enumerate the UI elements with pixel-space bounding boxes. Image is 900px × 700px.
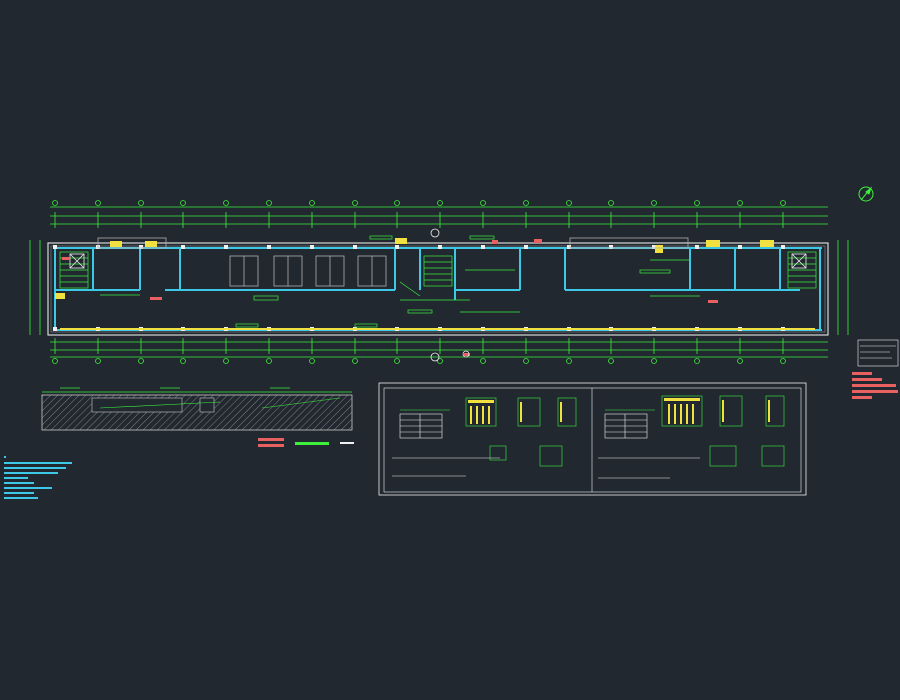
column [524, 245, 528, 249]
axis-bubble [480, 200, 486, 206]
red-markers [62, 239, 718, 356]
axis-bubble [95, 358, 101, 364]
axis-bubble [309, 358, 315, 364]
axis-bubble [437, 200, 443, 206]
axis-bubble [523, 358, 529, 364]
column [695, 245, 699, 249]
floor-plan [29, 200, 849, 364]
axis-bubble [651, 200, 657, 206]
axis-bubble [52, 358, 58, 364]
axis-bubble [480, 358, 486, 364]
axis-bubble [52, 200, 58, 206]
axis-bubble [694, 358, 700, 364]
axis-bubble [266, 358, 272, 364]
axis-bubble [566, 358, 572, 364]
annotations [100, 235, 700, 328]
axis-bubble [523, 200, 529, 206]
axis-bubble [138, 358, 144, 364]
column [267, 245, 271, 249]
elevation-section [41, 387, 354, 447]
axis-bubble [180, 358, 186, 364]
axis-bubble [780, 200, 786, 206]
general-notes [4, 456, 72, 499]
axis-bubble [352, 200, 358, 206]
column [53, 245, 57, 249]
column [738, 245, 742, 249]
north-arrow-icon [858, 186, 874, 202]
column [781, 245, 785, 249]
axis-bubble [180, 200, 186, 206]
axis-bubbles-top [52, 200, 786, 206]
detail-sheet [378, 382, 807, 496]
axis-bubble [309, 200, 315, 206]
column [224, 245, 228, 249]
column [353, 245, 357, 249]
axis-bubble [394, 200, 400, 206]
axis-bubble [737, 358, 743, 364]
column [181, 245, 185, 249]
axis-bubble [737, 200, 743, 206]
column [53, 327, 57, 331]
column [481, 245, 485, 249]
axis-bubble [694, 200, 700, 206]
axis-bubble [608, 200, 614, 206]
interior-walls [54, 247, 822, 331]
axis-bubble [651, 358, 657, 364]
stairwells [59, 251, 817, 289]
detail-panel-right [598, 395, 785, 479]
cad-drawing-canvas[interactable] [0, 0, 900, 700]
axis-bubble [608, 358, 614, 364]
axis-bubble [780, 358, 786, 364]
axis-bubbles-bottom [52, 358, 786, 364]
axis-bubble [223, 358, 229, 364]
axis-bubble [566, 200, 572, 206]
axis-bubble [352, 358, 358, 364]
axis-bubble [138, 200, 144, 206]
axis-bubble [95, 200, 101, 206]
axis-bubble [223, 200, 229, 206]
column [395, 245, 399, 249]
corridor-markings [55, 238, 815, 330]
door-frames [97, 237, 689, 287]
axis-bubble [266, 200, 272, 206]
axis-bubble [394, 358, 400, 364]
column [310, 245, 314, 249]
column [438, 245, 442, 249]
legend-block [852, 339, 899, 399]
cad-drawing [4, 186, 899, 499]
